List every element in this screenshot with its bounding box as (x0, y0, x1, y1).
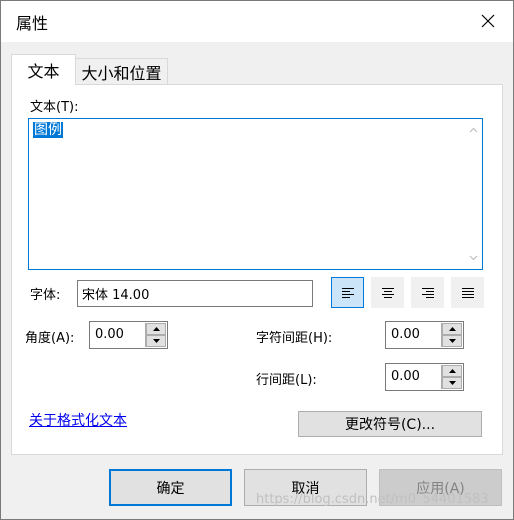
text-content: 图例 (33, 122, 63, 138)
angle-increment-button[interactable] (146, 323, 166, 335)
angle-value: 0.00 (95, 327, 124, 342)
ok-button[interactable]: 确定 (109, 469, 232, 506)
text-label: 文本(T): (30, 100, 79, 115)
align-right-icon (421, 287, 434, 298)
triangle-down-icon (448, 339, 456, 343)
char-spacing-decrement-button[interactable] (442, 335, 462, 347)
align-right-button[interactable] (411, 277, 444, 308)
text-scrollbar[interactable] (465, 119, 482, 269)
scroll-down-arrow[interactable] (465, 249, 482, 266)
char-spacing-value: 0.00 (391, 327, 420, 342)
angle-decrement-button[interactable] (146, 335, 166, 347)
line-spacing-label: 行间距(L): (256, 373, 317, 388)
align-left-button[interactable] (331, 277, 364, 308)
format-text-link[interactable]: 关于格式化文本 (29, 410, 127, 430)
close-button[interactable] (466, 3, 510, 39)
chevron-up-icon (469, 127, 478, 132)
title-bar: 属性 (0, 0, 514, 42)
align-center-icon (381, 287, 394, 298)
watermark: https://blog.csdn.net/m0_54401583 (256, 492, 489, 507)
char-spacing-label: 字符间距(H): (256, 331, 333, 346)
triangle-up-icon (448, 327, 456, 331)
chevron-down-icon (469, 255, 478, 260)
align-left-icon (341, 287, 354, 298)
font-field[interactable]: 宋体 14.00 (77, 280, 313, 307)
triangle-down-icon (448, 381, 456, 385)
line-spacing-decrement-button[interactable] (442, 377, 462, 389)
line-spacing-increment-button[interactable] (442, 365, 462, 377)
triangle-up-icon (448, 369, 456, 373)
font-value: 宋体 14.00 (82, 288, 150, 303)
window-title: 属性 (16, 14, 49, 33)
scroll-up-arrow[interactable] (465, 121, 482, 138)
font-label: 字体: (30, 288, 61, 303)
line-spacing-value: 0.00 (391, 369, 420, 384)
tab-text[interactable]: 文本 (11, 54, 76, 85)
tab-size-position[interactable]: 大小和位置 (76, 58, 168, 84)
char-spacing-increment-button[interactable] (442, 323, 462, 335)
change-symbol-button[interactable]: 更改符号(C)... (298, 411, 482, 437)
line-spacing-stepper[interactable]: 0.00 (385, 363, 464, 391)
triangle-up-icon (152, 327, 160, 331)
angle-stepper[interactable]: 0.00 (89, 321, 168, 349)
close-icon (481, 14, 495, 28)
text-input[interactable]: 图例 (28, 118, 483, 270)
align-center-button[interactable] (371, 277, 404, 308)
triangle-down-icon (152, 339, 160, 343)
char-spacing-stepper[interactable]: 0.00 (385, 321, 464, 349)
angle-label: 角度(A): (25, 331, 75, 346)
align-justify-icon (461, 287, 474, 298)
align-justify-button[interactable] (451, 277, 484, 308)
